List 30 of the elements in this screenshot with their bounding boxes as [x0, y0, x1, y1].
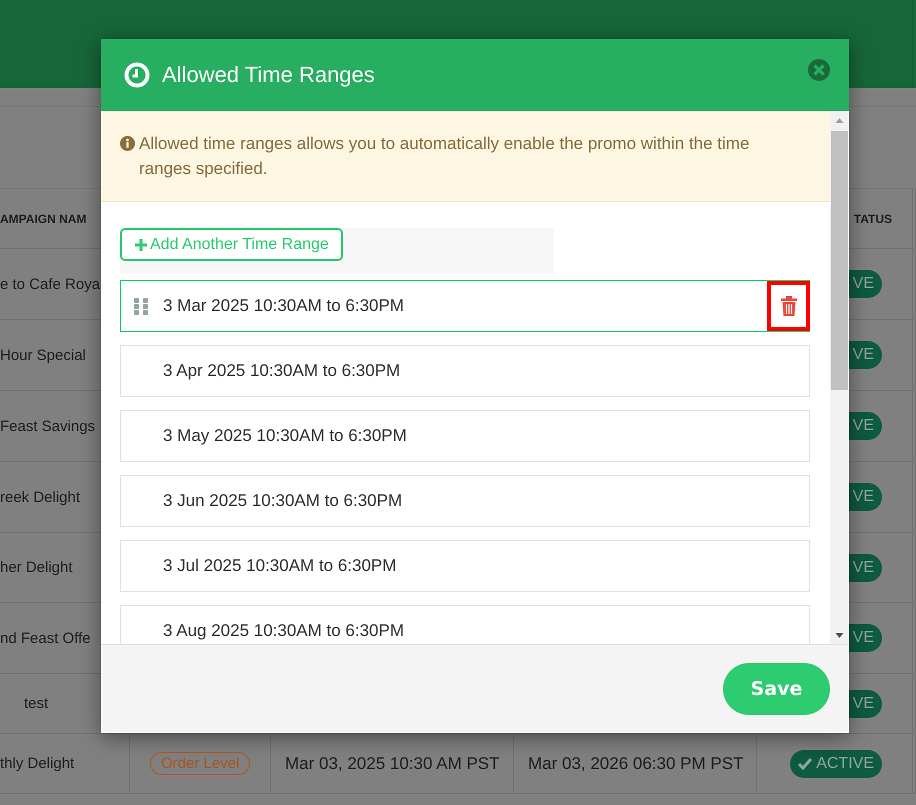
- plus-icon: [135, 238, 147, 250]
- time-range-row[interactable]: 3 Mar 2025 10:30AM to 6:30PM: [120, 280, 810, 332]
- level-tag: Order Level: [150, 752, 250, 775]
- campaign-name: e to Cafe Roya: [0, 276, 100, 292]
- clock-icon: [124, 62, 150, 88]
- campaign-name: Feast Savings: [0, 418, 96, 434]
- modal-title: Allowed Time Ranges: [162, 62, 376, 88]
- close-button[interactable]: [807, 58, 831, 82]
- time-range-row[interactable]: 3 Apr 2025 10:30AM to 6:30PM: [120, 345, 810, 397]
- column-header: TATUS: [854, 212, 892, 226]
- scrollbar[interactable]: [830, 111, 849, 644]
- trash-icon: [780, 296, 796, 316]
- notice-text: Allowed time ranges allows you to automatically enable the promo within the time ranges specified.: [139, 133, 750, 180]
- campaign-name: nd Feast Offe: [0, 630, 91, 646]
- start-date: Mar 03, 2025 10:30 AM PST: [285, 754, 500, 774]
- campaign-name: test: [24, 695, 48, 712]
- time-range-row[interactable]: 3 Jun 2025 10:30AM to 6:30PM: [120, 475, 810, 527]
- time-range-row[interactable]: 3 Jul 2025 10:30AM to 6:30PM: [120, 540, 810, 592]
- info-icon: [120, 136, 135, 151]
- column-header: AMPAIGN NAM: [0, 212, 86, 226]
- campaign-name: her Delight: [0, 559, 73, 576]
- campaign-name: reek Delight: [0, 488, 80, 506]
- campaign-name: thly Delight: [0, 755, 74, 772]
- campaign-name: Hour Special: [0, 346, 86, 364]
- delete-button[interactable]: [767, 281, 810, 331]
- end-date: Mar 03, 2026 06:30 PM PST: [528, 754, 744, 774]
- status-badge: ACTIVE: [790, 750, 882, 778]
- check-icon: [798, 758, 812, 770]
- time-range-row[interactable]: 3 May 2025 10:30AM to 6:30PM: [120, 410, 810, 462]
- drag-handle-icon[interactable]: [134, 298, 149, 314]
